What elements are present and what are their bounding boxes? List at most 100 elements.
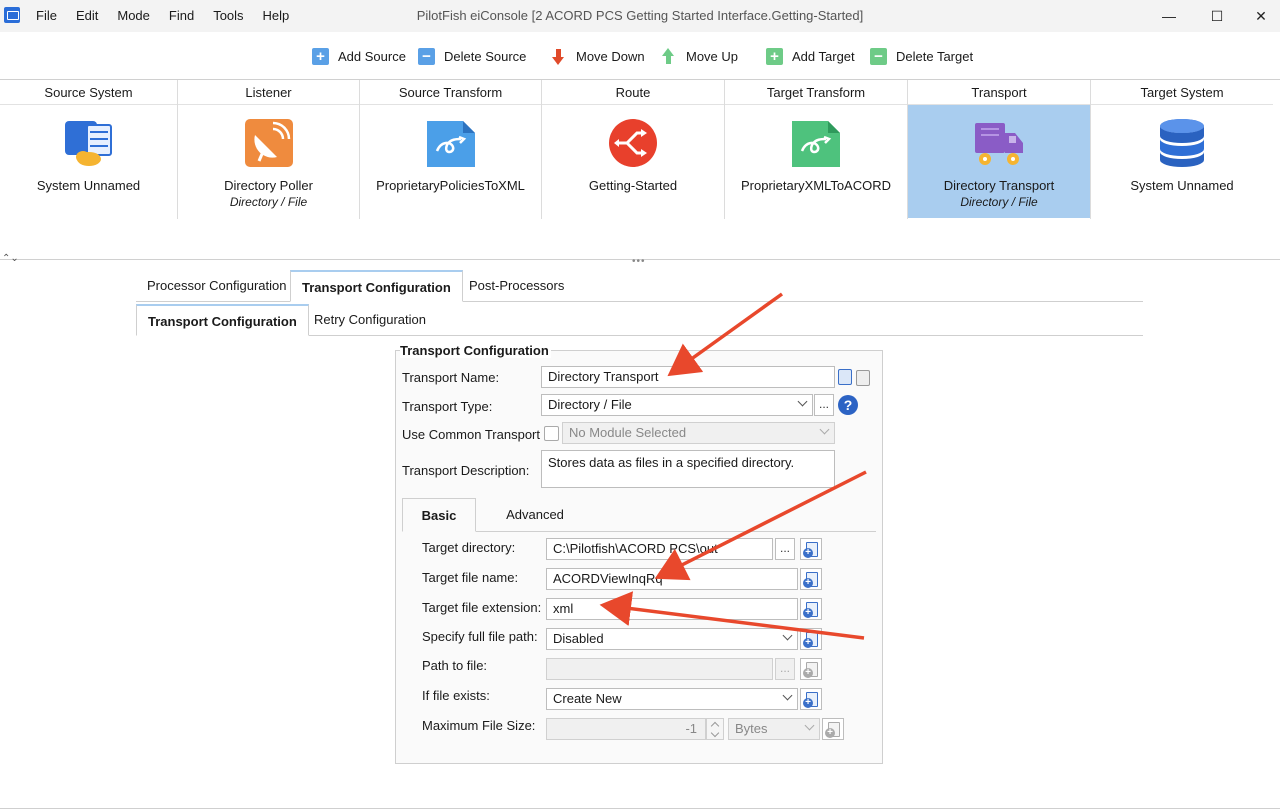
collapse-expand-icon[interactable]: ⌃⌄ bbox=[2, 253, 19, 264]
use-common-transport-label: Use Common Transport bbox=[402, 427, 540, 442]
add-source-label: Add Source bbox=[338, 48, 406, 64]
stage-source-transform[interactable]: Source Transform ProprietaryPoliciesToXM… bbox=[360, 80, 542, 219]
insert-variable-icon[interactable] bbox=[800, 538, 822, 560]
stage-target-system[interactable]: Target System System Unnamed bbox=[1091, 80, 1273, 219]
delete-source-label: Delete Source bbox=[444, 48, 527, 64]
specify-full-path-select[interactable]: Disabled bbox=[546, 628, 798, 650]
if-file-exists-label: If file exists: bbox=[422, 688, 490, 703]
menu-file[interactable]: File bbox=[36, 8, 57, 23]
path-to-file-browse-button: ... bbox=[775, 658, 795, 680]
target-file-name-input[interactable]: ACORDViewInqRq bbox=[546, 568, 798, 590]
truck-icon bbox=[975, 123, 1023, 165]
stage-transport[interactable]: Transport Directory Transport Directory … bbox=[908, 80, 1091, 219]
add-target-label: Add Target bbox=[792, 48, 855, 64]
stage-header: Listener bbox=[178, 80, 359, 105]
transport-type-label: Transport Type: bbox=[402, 399, 493, 414]
delete-source-button[interactable]: − Delete Source bbox=[418, 46, 526, 66]
paste-icon[interactable] bbox=[856, 370, 870, 386]
transport-type-browse-button[interactable]: ... bbox=[814, 394, 834, 416]
transform-document-icon bbox=[426, 121, 475, 167]
stage-source-system[interactable]: Source System System Unnamed bbox=[0, 80, 178, 219]
file-size-unit-value: Bytes bbox=[735, 721, 768, 736]
target-directory-label: Target directory: bbox=[422, 540, 516, 555]
specify-full-path-label: Specify full file path: bbox=[422, 629, 538, 644]
minus-icon: − bbox=[418, 47, 435, 65]
tab-post-processors[interactable]: Post-Processors bbox=[458, 270, 575, 302]
use-common-transport-checkbox[interactable] bbox=[544, 426, 559, 441]
insert-variable-icon[interactable] bbox=[800, 598, 822, 620]
menu-mode[interactable]: Mode bbox=[117, 8, 150, 23]
target-file-extension-input[interactable]: xml bbox=[546, 598, 798, 620]
stage-strip: Source System System Unnamed Listener Di… bbox=[0, 79, 1280, 260]
route-icon bbox=[609, 119, 657, 167]
if-file-exists-value: Create New bbox=[553, 691, 622, 706]
insert-variable-icon[interactable] bbox=[800, 628, 822, 650]
move-up-button[interactable]: Move Up bbox=[660, 46, 738, 66]
add-source-button[interactable]: + Add Source bbox=[312, 46, 406, 66]
maximum-file-size-input: -1 bbox=[546, 718, 706, 740]
target-directory-input[interactable]: C:\Pilotfish\ACORD PCS\out bbox=[546, 538, 773, 560]
specify-full-path-value: Disabled bbox=[553, 631, 604, 646]
insert-variable-icon[interactable] bbox=[800, 568, 822, 590]
status-divider bbox=[0, 808, 1280, 809]
stage-name: ProprietaryXMLToACORD bbox=[740, 178, 892, 193]
stage-listener[interactable]: Listener Directory Poller Directory / Fi… bbox=[178, 80, 360, 219]
chevron-down-icon bbox=[819, 424, 830, 435]
tab-processor-configuration[interactable]: Processor Configuration bbox=[136, 270, 297, 302]
transport-description-textarea[interactable]: Stores data as files in a specified dire… bbox=[541, 450, 835, 488]
stage-subtitle: Directory / File bbox=[960, 195, 1038, 209]
add-target-button[interactable]: + Add Target bbox=[766, 46, 855, 66]
delete-target-button[interactable]: − Delete Target bbox=[870, 46, 973, 66]
transport-description-label: Transport Description: bbox=[402, 463, 530, 478]
move-up-label: Move Up bbox=[686, 48, 739, 64]
stage-name: Getting-Started bbox=[588, 178, 678, 193]
panel-title: Transport Configuration bbox=[400, 343, 551, 358]
stage-name: Directory Poller bbox=[224, 178, 313, 193]
satellite-dish-icon bbox=[244, 119, 293, 167]
stage-route[interactable]: Route Getting-Started bbox=[542, 80, 725, 219]
move-down-label: Move Down bbox=[576, 48, 645, 64]
tab-transport-configuration-inner[interactable]: Transport Configuration bbox=[136, 304, 309, 336]
transport-subtabs: Transport Configuration Retry Configurat… bbox=[136, 304, 1143, 336]
copy-icon[interactable] bbox=[838, 369, 852, 385]
transport-name-label: Transport Name: bbox=[402, 370, 500, 385]
stage-subtitle: Directory / File bbox=[229, 195, 308, 209]
config-tabs: Processor Configuration Transport Config… bbox=[136, 270, 1143, 302]
maximize-button[interactable]: ☐ bbox=[1194, 0, 1240, 32]
app-logo-icon bbox=[4, 7, 20, 23]
database-icon bbox=[1160, 119, 1204, 167]
minus-icon: − bbox=[870, 47, 887, 65]
move-down-button[interactable]: Move Down bbox=[550, 46, 645, 66]
menu-find[interactable]: Find bbox=[169, 8, 194, 23]
chevron-down-icon bbox=[804, 720, 815, 731]
menu-tools[interactable]: Tools bbox=[213, 8, 243, 23]
splitter-handle[interactable]: ••• bbox=[632, 256, 646, 267]
stage-header: Target Transform bbox=[725, 80, 907, 105]
insert-variable-icon bbox=[800, 658, 822, 680]
close-button[interactable]: ✕ bbox=[1238, 0, 1280, 32]
transport-type-value: Directory / File bbox=[548, 397, 632, 412]
common-transport-value: No Module Selected bbox=[569, 425, 687, 440]
basic-advanced-tabs: Basic Advanced bbox=[402, 498, 876, 532]
transport-name-input[interactable]: Directory Transport bbox=[541, 366, 835, 388]
stage-target-transform[interactable]: Target Transform ProprietaryXMLToACORD bbox=[725, 80, 908, 219]
tab-advanced[interactable]: Advanced bbox=[494, 498, 576, 532]
minimize-button[interactable]: — bbox=[1146, 0, 1192, 32]
help-icon[interactable]: ? bbox=[838, 395, 858, 415]
tab-basic[interactable]: Basic bbox=[402, 498, 476, 532]
target-file-name-label: Target file name: bbox=[422, 570, 519, 585]
chevron-down-icon bbox=[797, 396, 808, 407]
stage-name: ProprietaryPoliciesToXML bbox=[376, 178, 525, 193]
transport-type-select[interactable]: Directory / File bbox=[541, 394, 813, 416]
toolbar: + Add Source − Delete Source Move Down M… bbox=[0, 36, 1280, 76]
stage-header: Source Transform bbox=[360, 80, 541, 105]
menu-help[interactable]: Help bbox=[263, 8, 290, 23]
if-file-exists-select[interactable]: Create New bbox=[546, 688, 798, 710]
chevron-down-icon bbox=[782, 690, 793, 701]
menu-edit[interactable]: Edit bbox=[76, 8, 98, 23]
title-bar: File Edit Mode Find Tools Help PilotFish… bbox=[0, 0, 1280, 32]
tab-transport-configuration[interactable]: Transport Configuration bbox=[290, 270, 463, 302]
tab-retry-configuration[interactable]: Retry Configuration bbox=[303, 304, 437, 336]
insert-variable-icon[interactable] bbox=[800, 688, 822, 710]
target-directory-browse-button[interactable]: ... bbox=[775, 538, 795, 560]
